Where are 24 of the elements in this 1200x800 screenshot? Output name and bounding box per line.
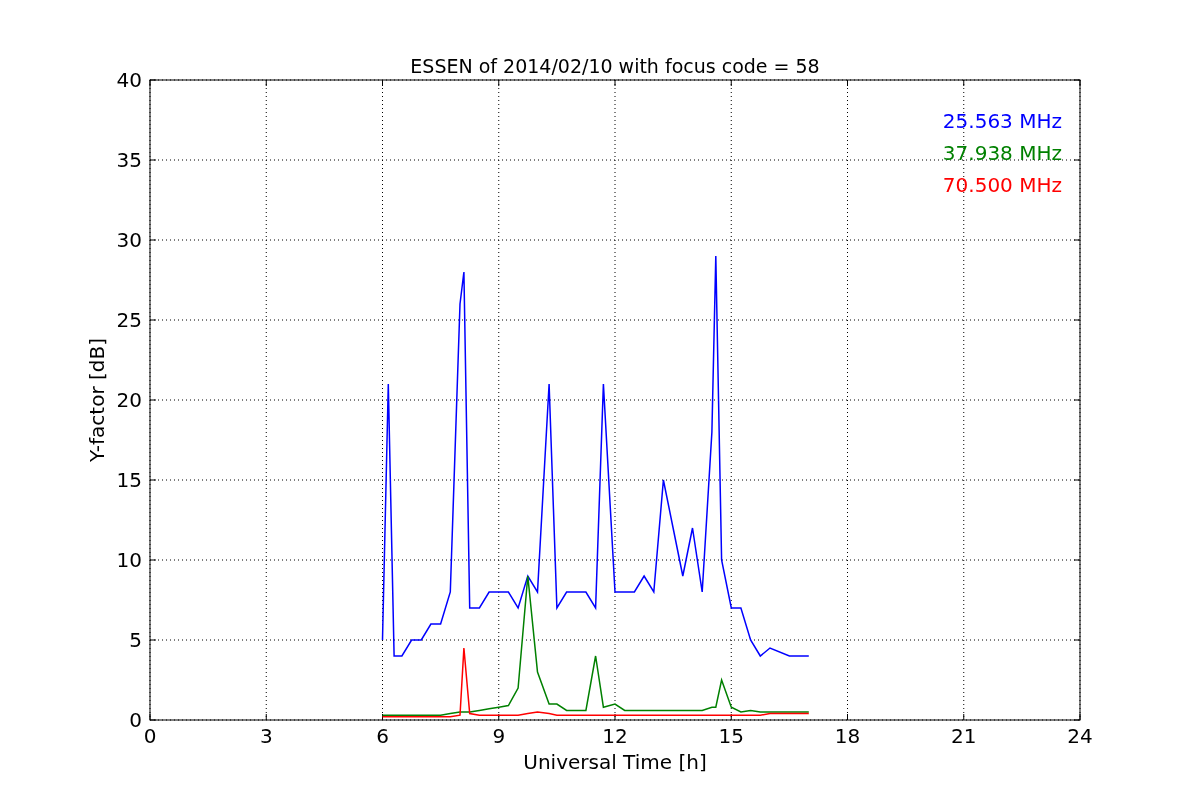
y-tick-label: 5 [129,628,142,652]
y-tick-label: 10 [116,548,142,572]
legend-label: 25.563 MHz [942,109,1062,133]
x-tick-label: 6 [376,724,389,748]
chart-title: ESSEN of 2014/02/10 with focus code = 58 [410,55,820,77]
y-tick-label: 35 [116,148,142,172]
y-tick-label: 20 [116,388,142,412]
x-axis-label: Universal Time [h] [523,750,707,774]
y-tick-label: 40 [116,68,142,92]
legend-label: 70.500 MHz [942,173,1062,197]
y-tick-label: 0 [129,708,142,732]
x-tick-label: 15 [718,724,744,748]
x-tick-label: 3 [259,724,273,748]
y-axis-label: Y-factor [dB] [85,338,109,462]
y-tick-label: 15 [116,468,142,492]
x-tick-label: 12 [602,724,628,748]
x-tick-label: 0 [143,724,157,748]
y-tick-label: 25 [116,308,142,332]
x-tick-label: 18 [834,724,861,748]
legend-label: 37.938 MHz [942,141,1062,165]
y-tick-label: 30 [116,228,142,252]
x-tick-label: 9 [492,724,506,748]
x-tick-label: 21 [951,724,977,748]
x-tick-label: 24 [1067,724,1093,748]
